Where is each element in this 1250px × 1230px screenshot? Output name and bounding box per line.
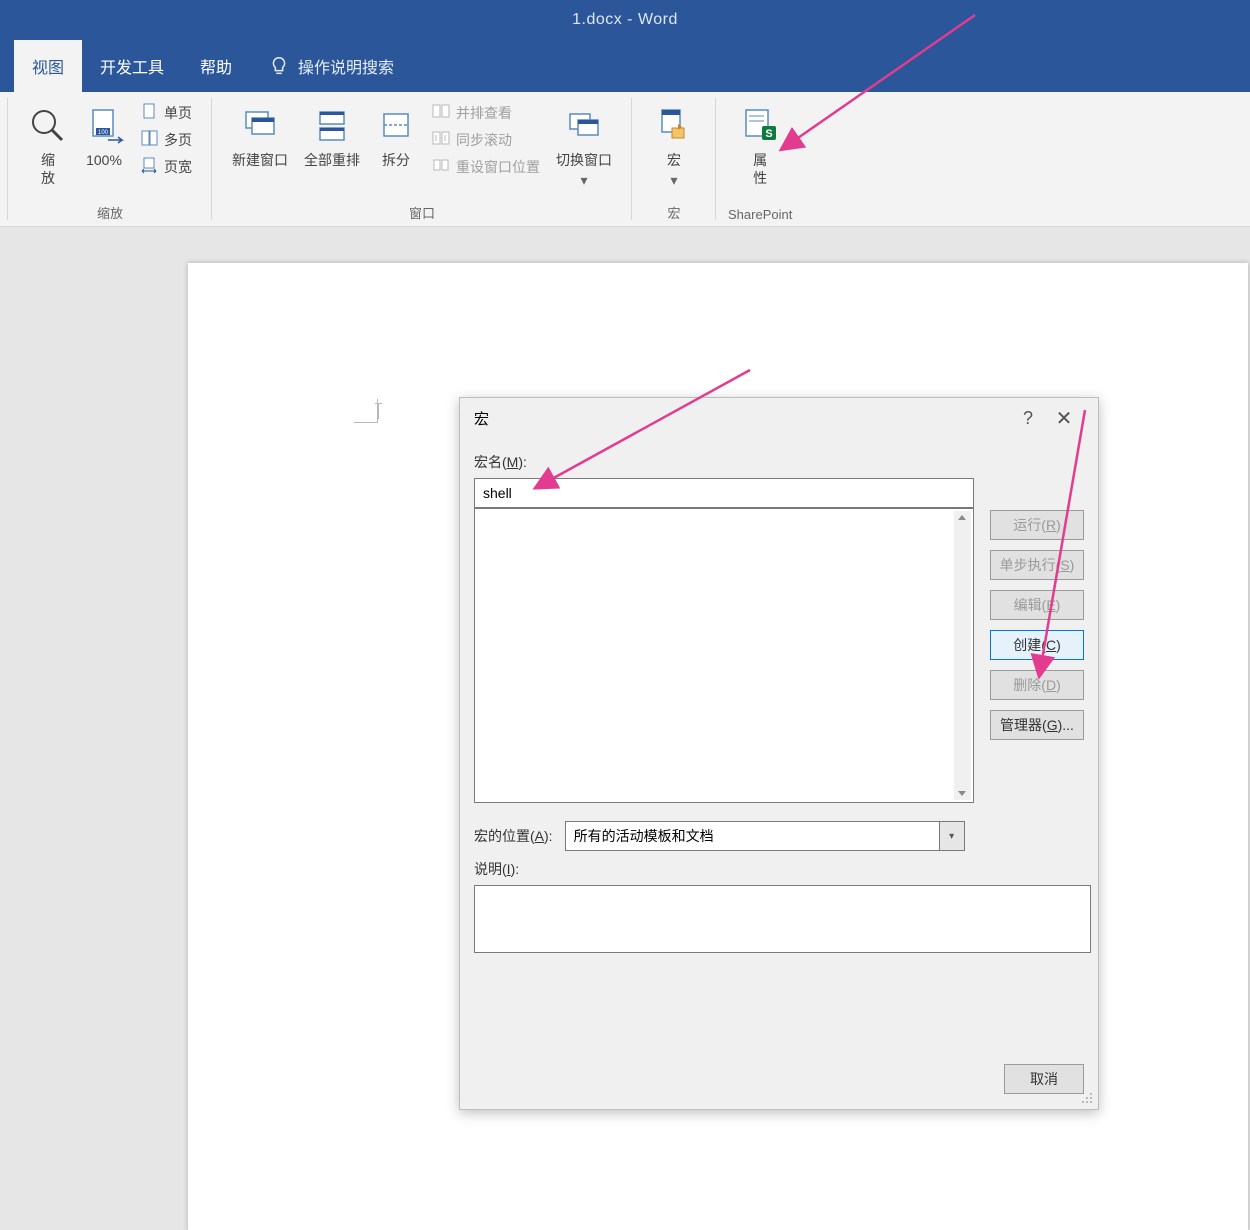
reset-window-pos-button: 重设窗口位置 <box>432 156 540 177</box>
macros-icon <box>652 102 696 150</box>
svg-text:100: 100 <box>98 130 109 136</box>
tab-developer[interactable]: 开发工具 <box>82 40 182 92</box>
chevron-down-icon: ▾ <box>580 172 587 190</box>
ribbon: x 缩 放 100 100% <box>0 92 1250 227</box>
ribbon-tabs: 视图 开发工具 帮助 操作说明搜索 <box>0 40 1250 92</box>
macro-location-label: 宏的位置(A): <box>474 826 553 846</box>
description-label: 说明(I): <box>474 859 1084 879</box>
cancel-button[interactable]: 取消 <box>1004 1064 1084 1094</box>
group-macros-label: 宏 <box>667 203 680 226</box>
macro-name-input[interactable] <box>474 478 974 508</box>
new-window-button[interactable]: 新建窗口 <box>224 96 296 170</box>
group-macros: 宏 ▾ 宏 <box>632 92 716 226</box>
switch-windows-button[interactable]: 切换窗口 ▾ <box>548 96 620 189</box>
lightbulb-icon <box>268 55 290 77</box>
page-width-button[interactable]: 页宽 <box>140 156 192 177</box>
properties-icon: S <box>738 102 782 150</box>
dialog-help-button[interactable]: ? <box>1012 408 1044 429</box>
organizer-button[interactable]: 管理器(G)... <box>990 710 1084 740</box>
edit-button: 编辑(E) <box>990 590 1084 620</box>
switch-windows-icon <box>564 102 604 150</box>
page-width-icon <box>140 156 158 177</box>
zoom-button[interactable]: 缩 放 <box>20 96 76 187</box>
scrollbar[interactable] <box>954 511 971 800</box>
dialog-close-button[interactable]: ✕ <box>1044 406 1084 431</box>
multi-page-icon <box>140 129 158 150</box>
one-page-button[interactable]: 单页 <box>140 102 192 123</box>
tab-view[interactable]: 视图 <box>14 40 82 92</box>
zoom-100-button[interactable]: 100 100% <box>76 96 132 170</box>
tell-me-search[interactable]: 操作说明搜索 <box>250 40 412 92</box>
zoom-icon <box>28 102 68 150</box>
run-button: 运行(R) <box>990 510 1084 540</box>
group-sharepoint-label: SharePoint <box>728 207 792 226</box>
macro-list[interactable] <box>474 508 974 803</box>
group-window: 新建窗口 全部重排 拆分 并排查看 同步滚 <box>212 92 632 226</box>
group-zoom-label: 缩放 <box>97 203 123 226</box>
split-icon <box>376 102 416 150</box>
resize-grip[interactable] <box>1078 1089 1096 1107</box>
group-sharepoint: S 属 性 SharePoint <box>716 92 804 226</box>
side-by-side-button: 并排查看 <box>432 102 540 123</box>
chevron-down-icon: ▾ <box>670 172 677 190</box>
macro-location-select[interactable] <box>565 821 939 851</box>
group-window-label: 窗口 <box>409 203 435 226</box>
text-cursor <box>378 403 388 421</box>
sync-scroll-button: 同步滚动 <box>432 129 540 150</box>
arrange-all-icon <box>312 102 352 150</box>
macros-button[interactable]: 宏 ▾ <box>644 96 704 189</box>
create-button[interactable]: 创建(C) <box>990 630 1084 660</box>
group-zoom: 缩 放 100 100% 单页 多页 <box>8 92 212 226</box>
multi-page-button[interactable]: 多页 <box>140 129 192 150</box>
group-edge-left: x <box>0 92 8 226</box>
one-page-icon <box>140 102 158 123</box>
reset-window-icon <box>432 156 450 177</box>
dialog-title: 宏 <box>474 408 489 429</box>
step-into-button: 单步执行(S) <box>990 550 1084 580</box>
page-100-icon: 100 <box>84 102 124 150</box>
split-button[interactable]: 拆分 <box>368 96 424 170</box>
svg-text:S: S <box>765 128 772 140</box>
margin-corner <box>348 393 378 423</box>
macros-dialog: 宏 ? ✕ 宏名(M): 运行(R) 单步执行(S) 编辑(E) 创建(C) 删… <box>459 397 1099 1110</box>
properties-button[interactable]: S 属 性 <box>730 96 790 187</box>
delete-button: 删除(D) <box>990 670 1084 700</box>
description-input[interactable] <box>474 885 1091 953</box>
arrange-all-button[interactable]: 全部重排 <box>296 96 368 170</box>
title-bar: 1.docx - Word <box>0 0 1250 40</box>
dialog-titlebar[interactable]: 宏 ? ✕ <box>460 398 1098 438</box>
document-title: 1.docx - Word <box>572 11 678 29</box>
chevron-down-icon: ▾ <box>949 831 954 842</box>
new-window-icon <box>240 102 280 150</box>
sync-scroll-icon <box>432 129 450 150</box>
macro-location-dropdown[interactable]: ▾ <box>939 821 965 851</box>
side-by-side-icon <box>432 102 450 123</box>
macro-name-label: 宏名(M): <box>474 452 1084 472</box>
tab-help[interactable]: 帮助 <box>182 40 250 92</box>
